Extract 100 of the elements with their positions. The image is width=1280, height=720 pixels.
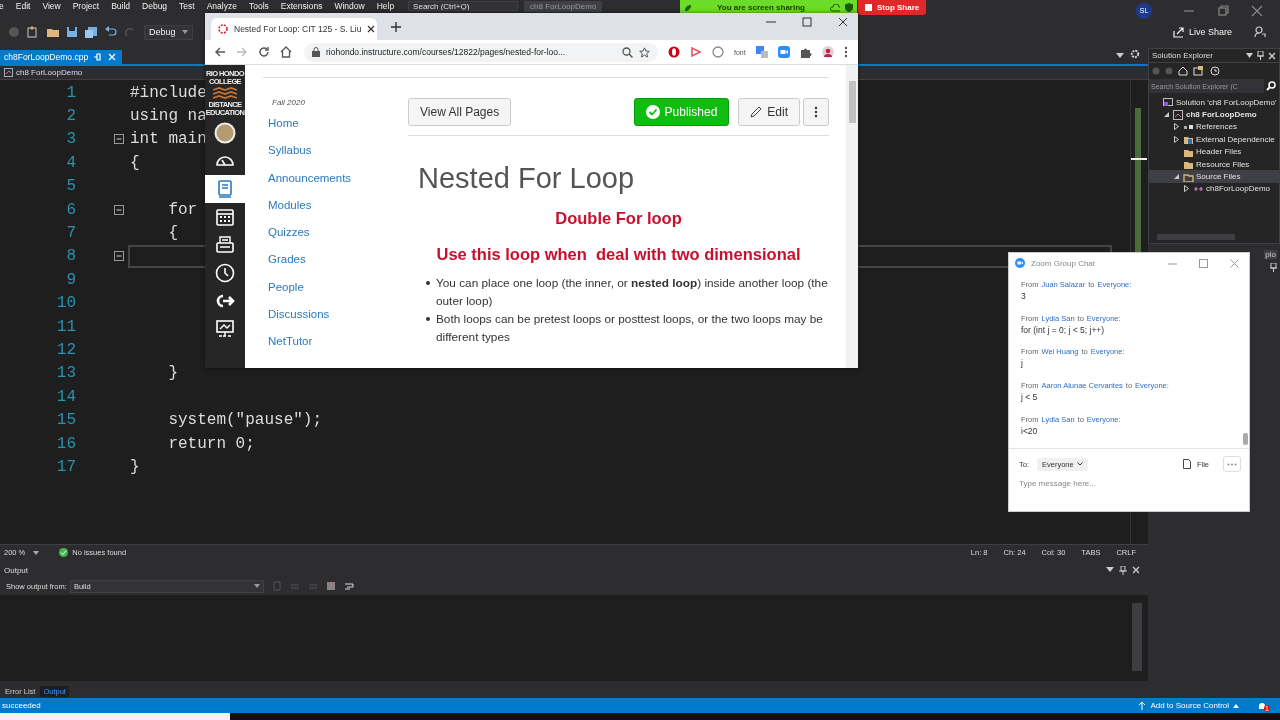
star-icon[interactable] [639,46,650,58]
line-number: 11 [55,317,76,336]
menu-item[interactable]: Help [376,1,395,11]
taskbar-search-field[interactable] [0,713,230,720]
browser-tab[interactable]: Nested For Loop: CIT 125 - S. Liu [211,18,377,40]
message-text: j [1021,357,1024,371]
folder-icon [1183,134,1194,145]
course-nav-link[interactable]: Home [268,116,299,144]
tree-item[interactable]: Header Files [1149,145,1279,158]
message-text: j < 5 [1021,391,1039,405]
tree-item[interactable]: References [1149,120,1279,134]
video-camera-icon[interactable] [777,46,790,58]
address-bar[interactable]: riohondo.instructure.com/courses/12822/pages/nested-for-loo... [304,42,658,62]
course-nav-link[interactable]: Announcements [268,170,352,198]
profile-avatar-icon[interactable] [821,46,834,58]
source-control-button[interactable]: Add to Source Control [1138,701,1240,710]
course-nav-link[interactable]: Grades [268,252,306,280]
course-nav-link[interactable]: Discussions [268,307,330,335]
expanded-triangle-icon[interactable] [1163,111,1170,119]
caret-icon[interactable] [33,550,40,555]
scrollbar[interactable] [846,65,858,368]
collapsed-triangle-icon[interactable] [1173,135,1180,143]
menu-item[interactable]: Project [72,1,100,11]
open-folder-icon[interactable] [46,26,60,38]
back-icon[interactable] [214,46,226,58]
expanded-triangle-icon[interactable] [1173,173,1180,181]
feedback-person-icon[interactable] [1254,26,1266,38]
panel-tab[interactable]: plo [1264,250,1277,259]
menu-item[interactable]: Window [334,1,365,11]
tree-item[interactable]: Resource Files [1149,157,1279,171]
menu-item[interactable]: Extensions [280,1,323,11]
menu-item[interactable]: View [42,1,61,11]
new-tab-icon[interactable] [391,22,401,32]
menu-item[interactable]: Analyze [206,1,237,11]
search-field[interactable]: Search (Ctrl+Q) [408,1,519,11]
tree-item[interactable]: Solution 'ch8 ForLoopDemo' [1149,96,1279,109]
ring-icon[interactable] [668,46,680,58]
maximize-icon[interactable] [1199,258,1208,268]
more-vertical-icon[interactable] [843,46,848,58]
bullet-icon [426,281,430,285]
play-arrow-icon[interactable] [690,46,702,58]
close-icon[interactable] [838,17,848,27]
tree-item[interactable]: ch8ForLoopDemo [1149,182,1279,196]
menu-item[interactable]: Tools [248,1,269,11]
stop-share-button[interactable]: Stop Share [858,0,927,15]
document-tab[interactable]: ch8ForLoopDemo.cpp [0,50,123,64]
course-nav-link[interactable]: NetTutor [268,334,313,362]
scrollbar[interactable] [1157,234,1235,240]
pin-icon[interactable] [1257,51,1264,60]
save-icon[interactable] [66,26,78,38]
pin-icon[interactable] [1119,565,1127,575]
zoom-magnifier-icon[interactable] [622,46,633,58]
menu-item[interactable]: e [0,1,4,11]
configuration-dropdown[interactable]: Debug [144,24,193,40]
fold-icon[interactable] [114,204,124,215]
code-line: return 0; [167,434,255,453]
tree-item[interactable]: External Dependencie [1149,133,1279,146]
gear-icon[interactable] [1130,49,1140,59]
collapsed-triangle-icon[interactable] [1183,185,1190,193]
new-project-icon[interactable] [26,26,40,38]
translate-icon[interactable] [755,46,768,58]
message-text: for (int j = 0; j < 5; j++) [1021,323,1106,337]
edit-button[interactable]: Edit [738,98,800,126]
course-nav-link[interactable]: Quizzes [268,225,310,253]
view-all-pages-button[interactable]: View All Pages [408,98,512,126]
course-nav-link[interactable]: Syllabus [268,143,312,171]
calendar-icon [214,206,236,228]
restore-icon[interactable] [1217,4,1229,17]
undo-icon[interactable] [104,26,118,38]
menu-item[interactable]: Build [111,1,131,11]
reload-icon[interactable] [258,46,270,58]
collapsed-triangle-icon[interactable] [1173,123,1180,131]
line-number: 14 [55,387,76,406]
bell-icon[interactable] [1257,700,1268,711]
pin-icon[interactable] [1270,263,1277,272]
maximize-icon[interactable] [802,17,812,27]
history-icon[interactable] [1210,66,1220,76]
menu-item[interactable]: Edit [15,1,31,11]
live-share-button[interactable]: Live Share [1172,26,1232,38]
fold-icon[interactable] [114,134,124,145]
close-icon[interactable] [1251,4,1263,17]
dropdown-icon[interactable] [1106,567,1114,573]
course-nav-link[interactable]: People [268,279,304,308]
save-all-icon[interactable] [84,26,98,38]
dropdown-icon[interactable] [1116,53,1124,59]
menu-item[interactable]: Debug [142,1,168,11]
fold-icon[interactable] [114,251,124,262]
up-arrow-icon [1138,701,1147,710]
home-icon[interactable] [280,46,292,58]
tree-item[interactable]: ch8 ForLoopDemo [1149,108,1279,121]
tree-item[interactable]: Source Files [1149,170,1279,183]
clear-all-icon[interactable] [325,581,336,591]
line-number: 4 [65,153,76,172]
project-selector[interactable]: ch8 ForLoopDemo [4,68,83,77]
dropdown-icon[interactable] [1246,53,1253,58]
course-nav-link[interactable]: Modules [268,197,312,226]
word-wrap-icon[interactable] [343,581,354,591]
puzzle-icon[interactable] [799,46,812,58]
menu-item[interactable]: Test [179,1,195,11]
scrollbar[interactable] [1132,603,1142,671]
